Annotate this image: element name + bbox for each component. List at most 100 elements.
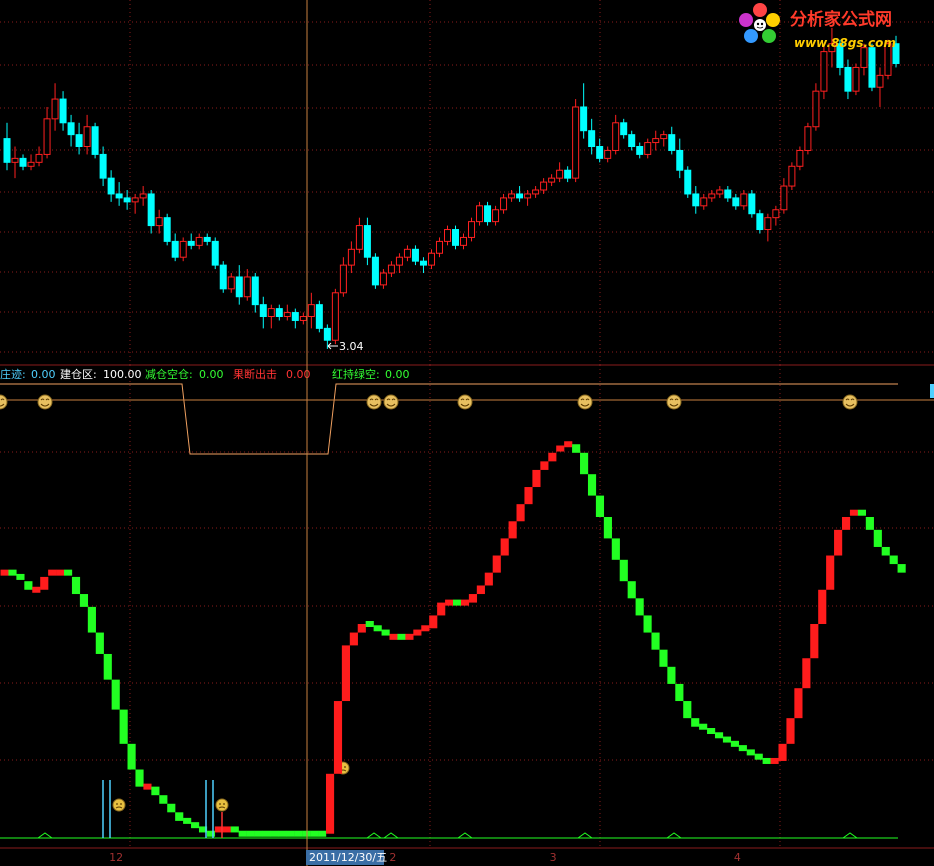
candle-body	[820, 51, 828, 92]
candle-body	[315, 304, 323, 329]
candle-body	[203, 236, 211, 242]
candle-body	[83, 126, 91, 148]
candle-body	[668, 134, 676, 151]
candle-body	[852, 66, 860, 92]
candle-body	[99, 153, 107, 179]
indicator-hongchi-value: 0.00	[385, 368, 410, 381]
indicator-step	[397, 633, 406, 640]
candle-body	[187, 240, 195, 246]
candle-body	[419, 260, 427, 266]
indicator-step	[357, 624, 366, 633]
indicator-step	[580, 452, 589, 475]
indicator-step	[587, 474, 597, 496]
indicator-step	[643, 615, 652, 633]
indicator-step	[278, 830, 287, 837]
indicator-step	[635, 598, 644, 616]
candle	[804, 122, 812, 155]
indicator-step	[484, 572, 493, 586]
candle-body	[435, 240, 443, 254]
candle-body	[251, 276, 259, 306]
indicator-step	[71, 576, 81, 595]
indicator-step	[87, 606, 96, 633]
indicator-step	[32, 586, 41, 593]
candle-body	[804, 126, 812, 151]
indicator-step	[802, 658, 811, 689]
indicator-step	[365, 621, 374, 627]
indicator-step	[453, 599, 462, 606]
candle	[468, 217, 476, 242]
indicator-step	[707, 728, 716, 734]
indicator-step	[151, 786, 160, 796]
indicator-step	[834, 529, 843, 556]
indicator-step	[64, 569, 73, 576]
smiley-icon	[366, 394, 382, 410]
candle-body	[620, 122, 628, 136]
indicator-step	[175, 812, 184, 821]
indicator-step	[794, 688, 803, 719]
candle	[211, 237, 219, 270]
sad-face-icon	[215, 798, 229, 812]
candle-body	[331, 292, 339, 341]
time-axis-label-crosshair-date: 2011/12/30/五	[309, 851, 387, 864]
indicator-step	[310, 830, 319, 837]
indicator-step	[770, 757, 779, 764]
indicator-step	[675, 683, 684, 702]
candle	[748, 190, 756, 218]
indicator-step	[270, 830, 279, 837]
indicator-step	[127, 743, 136, 770]
candle-body	[219, 264, 227, 290]
indicator-step	[508, 521, 517, 539]
indicator-step	[8, 569, 17, 576]
indicator-step	[865, 517, 874, 530]
candle-body	[548, 177, 556, 183]
indicator-step	[119, 709, 128, 744]
indicator-step	[254, 830, 263, 837]
indicator-step	[429, 615, 438, 629]
indicator-step	[318, 830, 327, 837]
candle	[684, 166, 692, 198]
candle	[179, 237, 187, 262]
indicator-step	[889, 555, 898, 565]
indicator-step	[683, 701, 692, 719]
smiley-icon	[842, 394, 858, 410]
candle-body	[860, 47, 868, 68]
candle-body	[443, 229, 451, 242]
indicator-guoduan-label: 果断出击	[233, 367, 277, 381]
smiley-icon	[457, 394, 473, 410]
candle-body	[876, 74, 884, 88]
indicator-step	[746, 749, 755, 756]
indicator-step	[714, 732, 724, 739]
stock-chart[interactable]: 3.04 庄迹: 0.00 建仓区: 100.00 减仓空仓: 0.00 果断出…	[0, 0, 934, 866]
indicator-hongchi-label: 红持绿空:	[332, 367, 380, 381]
candle-body	[411, 248, 419, 262]
time-axis-label-dec: 12	[109, 851, 123, 864]
indicator-step	[857, 509, 867, 516]
candle	[572, 99, 580, 183]
indicator-step	[56, 569, 65, 576]
watermark-title: 分析家公式网	[790, 9, 892, 30]
candle-body	[636, 146, 644, 155]
indicator-step	[516, 504, 525, 522]
indicator-step	[460, 599, 470, 606]
candle-body	[347, 248, 355, 266]
candle-body	[195, 236, 203, 246]
indicator-step	[286, 830, 295, 837]
indicator-step	[135, 769, 144, 787]
candle-body	[588, 130, 596, 148]
right-edge-marker	[930, 384, 934, 398]
candle-body	[508, 193, 516, 199]
candle-body	[123, 197, 131, 203]
candle-body	[387, 264, 395, 274]
indicator-step	[492, 555, 501, 573]
indicator-step	[651, 632, 660, 650]
indicator-step	[16, 573, 25, 580]
indicator-step	[143, 783, 152, 790]
candle-body	[788, 165, 796, 187]
candle-body	[716, 189, 724, 195]
candle-body	[732, 197, 740, 207]
candle-body	[500, 197, 508, 211]
indicator-step	[476, 585, 485, 595]
candle-body	[139, 193, 147, 199]
candle-body	[259, 304, 267, 318]
indicator-step	[897, 564, 906, 573]
